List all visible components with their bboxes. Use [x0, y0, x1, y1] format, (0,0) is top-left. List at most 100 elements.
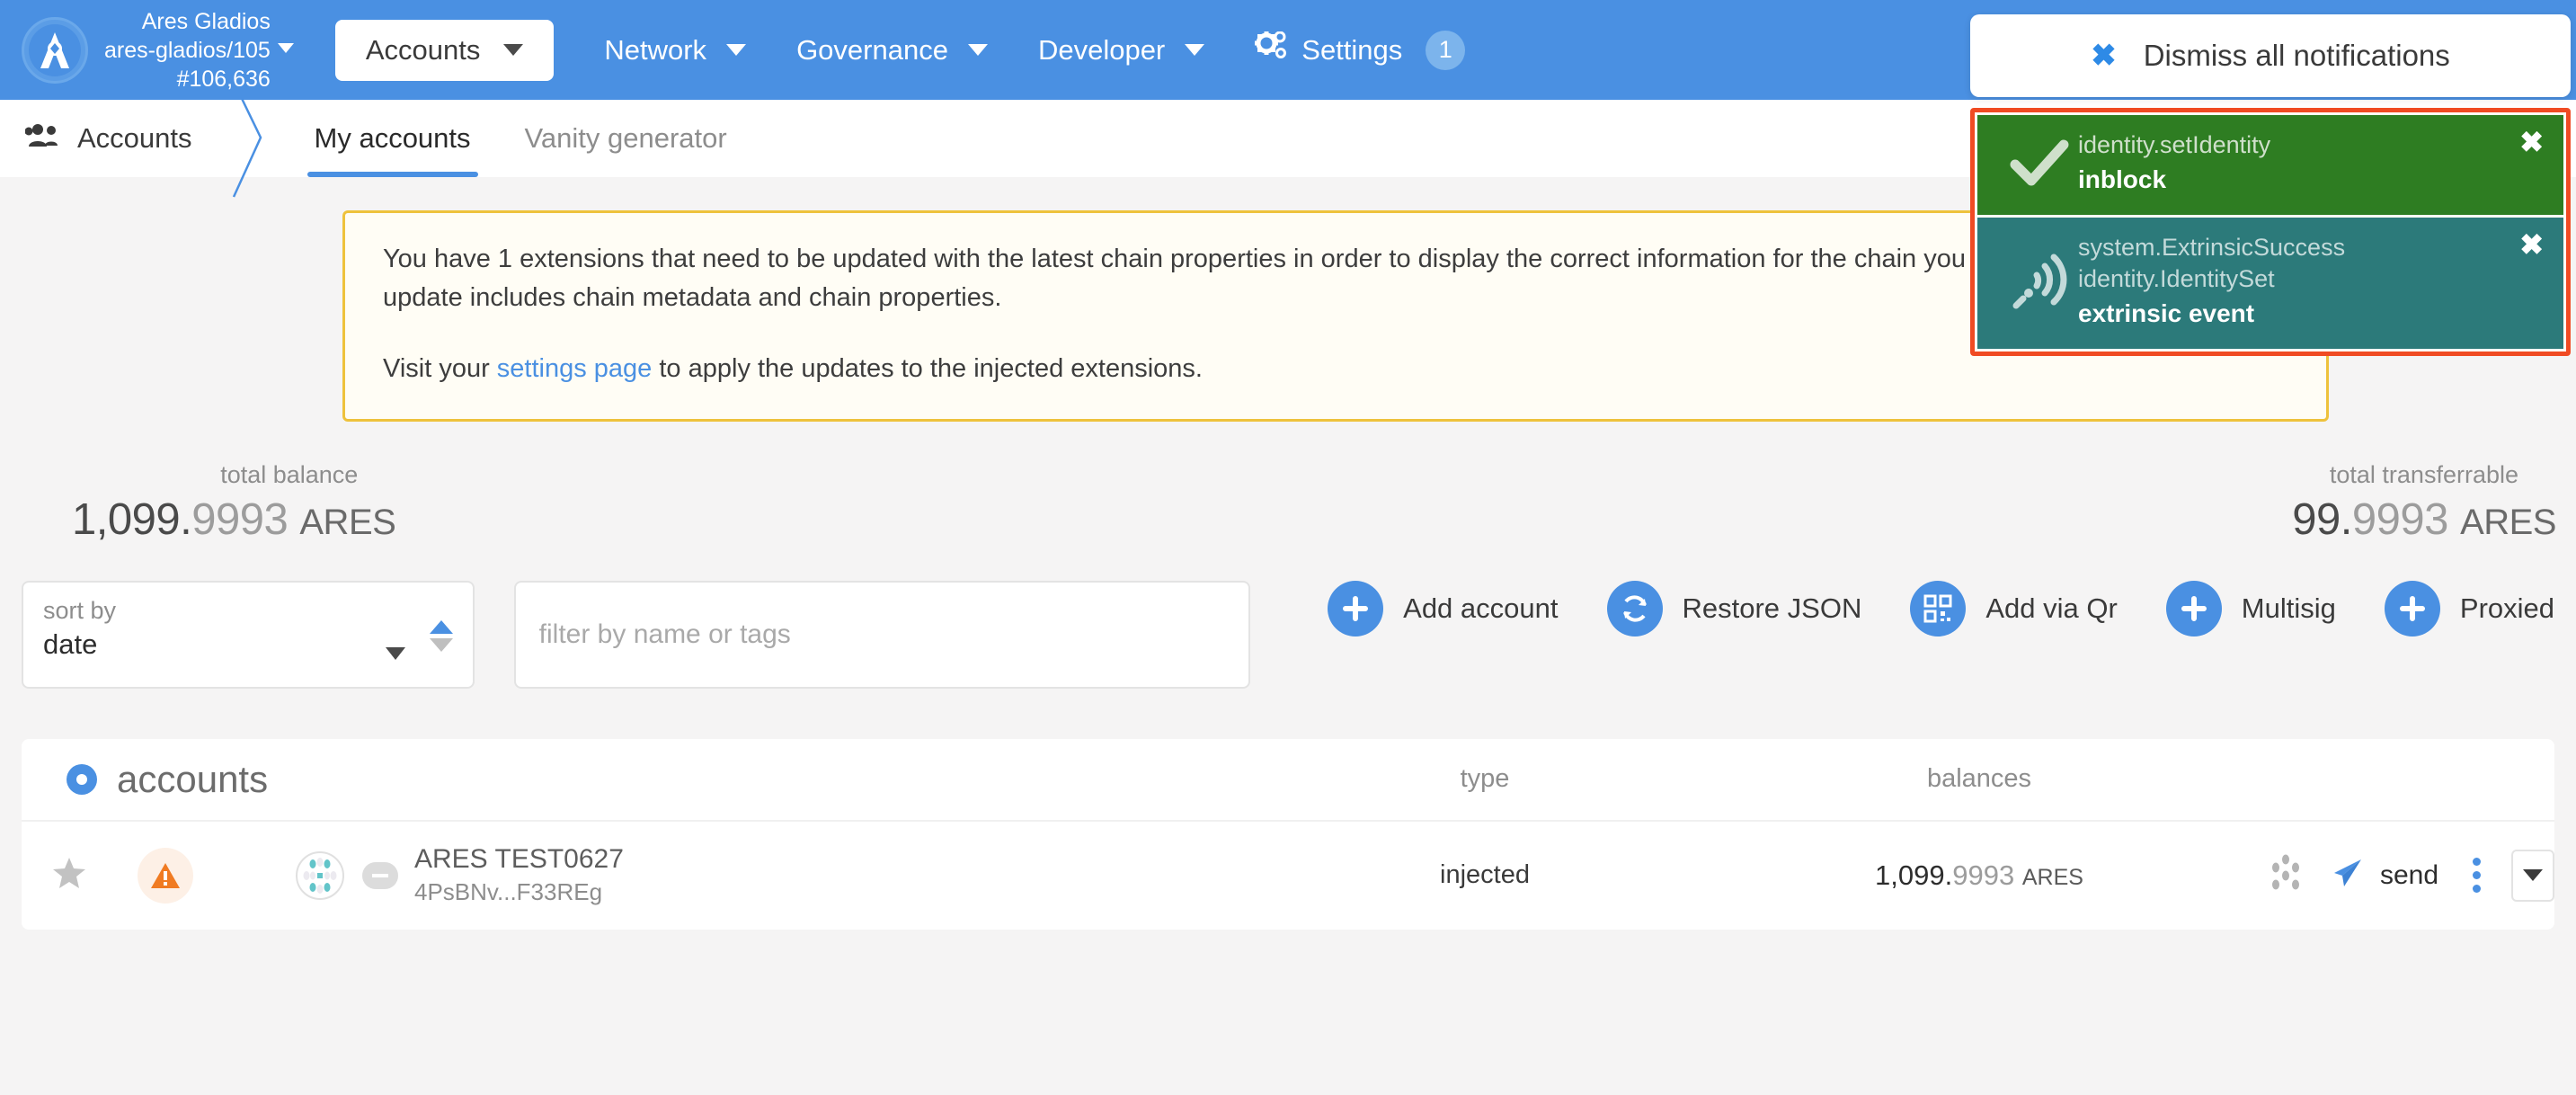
nav-item-developer[interactable]: Developer — [1037, 33, 1205, 67]
tab-vanity-generator[interactable]: Vanity generator — [498, 100, 754, 177]
account-type: injected — [1440, 860, 1530, 890]
nav-item-governance-label: Governance — [796, 33, 948, 66]
toast-inblock[interactable]: identity.setIdentity inblock ✖ — [1977, 115, 2563, 215]
nav-item-settings[interactable]: Settings 1 — [1255, 30, 1466, 70]
nav-item-developer-label: Developer — [1037, 33, 1166, 66]
refresh-icon — [1606, 580, 1663, 637]
favorite-toggle[interactable] — [22, 856, 116, 895]
total-balance-unit: ARES — [299, 502, 396, 542]
proxied-button[interactable]: Proxied — [2384, 580, 2554, 637]
toast-extrinsic-subtitle-2: identity.IdentitySet — [2078, 265, 2275, 293]
multisig-button[interactable]: Multisig — [2165, 580, 2336, 637]
plus-icon — [2384, 580, 2440, 637]
tab-bar: My accounts Vanity generator — [288, 100, 754, 177]
people-icon — [24, 121, 59, 156]
account-actions: Add account Restore JSON Add via Qr Mult… — [1328, 580, 2554, 637]
sort-by-label: sort by — [43, 596, 117, 624]
account-identity[interactable]: ARES TEST0627 4PsBNv...F33REg — [296, 844, 624, 906]
toast-inblock-title: inblock — [2078, 165, 2167, 193]
breadcrumb-label: Accounts — [77, 122, 192, 154]
tab-my-accounts[interactable]: My accounts — [288, 100, 498, 177]
tab-my-accounts-label: My accounts — [314, 122, 471, 154]
block-number: #106,636 — [176, 66, 271, 92]
chevron-down-icon — [967, 44, 988, 56]
total-transferrable-block: total transferrable 99.9993 ARES — [2292, 461, 2556, 545]
close-icon[interactable]: ✖ — [2519, 230, 2544, 259]
add-account-button[interactable]: Add account — [1328, 580, 1559, 637]
row-dropdown-button[interactable] — [2511, 849, 2554, 902]
radio-selected-icon[interactable] — [67, 763, 97, 795]
account-name: ARES TEST0627 — [414, 844, 624, 875]
accounts-table-title: accounts — [22, 758, 268, 801]
total-balance-int: 1,099. — [72, 494, 192, 544]
brand-block[interactable]: Ares Gladios ares-gladios/105 #106,636 — [0, 7, 301, 93]
nav-item-network-label: Network — [604, 33, 707, 66]
chain-selector[interactable]: Ares Gladios ares-gladios/105 #106,636 — [104, 7, 301, 93]
multisig-label: Multisig — [2241, 592, 2336, 624]
column-header-type: type — [1460, 764, 1510, 794]
filter-input[interactable] — [513, 580, 1251, 689]
nav-item-settings-label: Settings — [1301, 33, 1403, 66]
notification-layer: ✖ Dismiss all notifications identity.set… — [1970, 0, 2571, 356]
expand-dots-icon[interactable] — [2265, 852, 2306, 898]
proxied-label: Proxied — [2459, 592, 2554, 624]
add-via-qr-button[interactable]: Add via Qr — [1910, 580, 2118, 637]
total-balance-frac: 9993 — [191, 494, 289, 544]
settings-page-link[interactable]: settings page — [497, 354, 653, 383]
paper-plane-icon — [2330, 857, 2364, 894]
toast-group: identity.setIdentity inblock ✖ system.Ex… — [1970, 108, 2571, 356]
add-account-label: Add account — [1403, 592, 1559, 624]
chevron-down-icon — [385, 646, 405, 660]
total-transferrable-int: 99. — [2292, 494, 2352, 544]
chevron-down-icon — [1185, 44, 1205, 56]
nav-item-governance[interactable]: Governance — [796, 34, 988, 67]
minus-badge-icon — [362, 861, 398, 889]
close-icon[interactable]: ✖ — [2519, 128, 2544, 156]
plus-icon — [1328, 580, 1384, 637]
sort-ascending-icon — [429, 619, 453, 634]
account-address: 4PsBNv...F33REg — [414, 878, 603, 906]
breadcrumb: Accounts — [0, 100, 234, 177]
breadcrumb-divider-icon — [232, 82, 288, 198]
toast-extrinsic-subtitle-1: system.ExtrinsicSuccess — [2078, 233, 2346, 261]
identicon-avatar — [296, 850, 344, 900]
close-icon: ✖ — [2091, 39, 2117, 73]
send-label: send — [2380, 859, 2439, 890]
chain-name: Ares Gladios — [141, 8, 271, 34]
check-icon — [2001, 138, 2078, 188]
sort-direction-toggle[interactable] — [429, 619, 453, 652]
chevron-down-icon — [726, 44, 747, 56]
total-balance-label: total balance — [220, 460, 359, 488]
send-button[interactable]: send — [2330, 857, 2438, 894]
chevron-down-icon — [2523, 869, 2544, 882]
account-row-actions: send — [2258, 849, 2554, 902]
dismiss-all-label: Dismiss all notifications — [2143, 39, 2450, 72]
column-header-balances: balances — [1926, 764, 2032, 794]
chain-spec: ares-gladios/105 — [104, 37, 271, 63]
chevron-down-icon — [503, 44, 524, 56]
tab-vanity-generator-label: Vanity generator — [524, 122, 727, 154]
dismiss-all-notifications-button[interactable]: ✖ Dismiss all notifications — [1970, 14, 2571, 97]
balances-summary: total balance 1,099.9993 ARES total tran… — [0, 422, 2576, 545]
restore-json-label: Restore JSON — [1682, 592, 1862, 624]
total-transferrable-frac: 9993 — [2351, 494, 2449, 544]
nav-item-accounts[interactable]: Accounts — [334, 19, 555, 81]
toast-extrinsic-event[interactable]: system.ExtrinsicSuccess identity.Identit… — [1977, 217, 2563, 349]
plus-icon — [2165, 580, 2222, 637]
warning-triangle-icon — [138, 847, 193, 904]
toast-extrinsic-title: extrinsic event — [2078, 298, 2255, 327]
nav-item-network[interactable]: Network — [604, 33, 747, 67]
toast-inblock-subtitle: identity.setIdentity — [2078, 131, 2271, 158]
sort-by-dropdown[interactable]: sort by date — [22, 580, 475, 689]
restore-json-button[interactable]: Restore JSON — [1606, 580, 1862, 637]
gear-icon — [1255, 31, 1287, 69]
account-warning[interactable] — [116, 847, 215, 904]
chevron-down-icon — [277, 42, 294, 53]
total-transferrable-value: 99.9993 ARES — [2292, 494, 2556, 545]
qr-code-icon — [1910, 580, 1967, 637]
account-balance-unit: ARES — [2021, 864, 2083, 890]
accounts-table-header: accounts type balances — [22, 738, 2554, 822]
controls-row: sort by date Add account — [0, 545, 2576, 689]
sort-descending-icon — [429, 637, 453, 652]
kebab-menu-icon[interactable] — [2473, 858, 2482, 894]
